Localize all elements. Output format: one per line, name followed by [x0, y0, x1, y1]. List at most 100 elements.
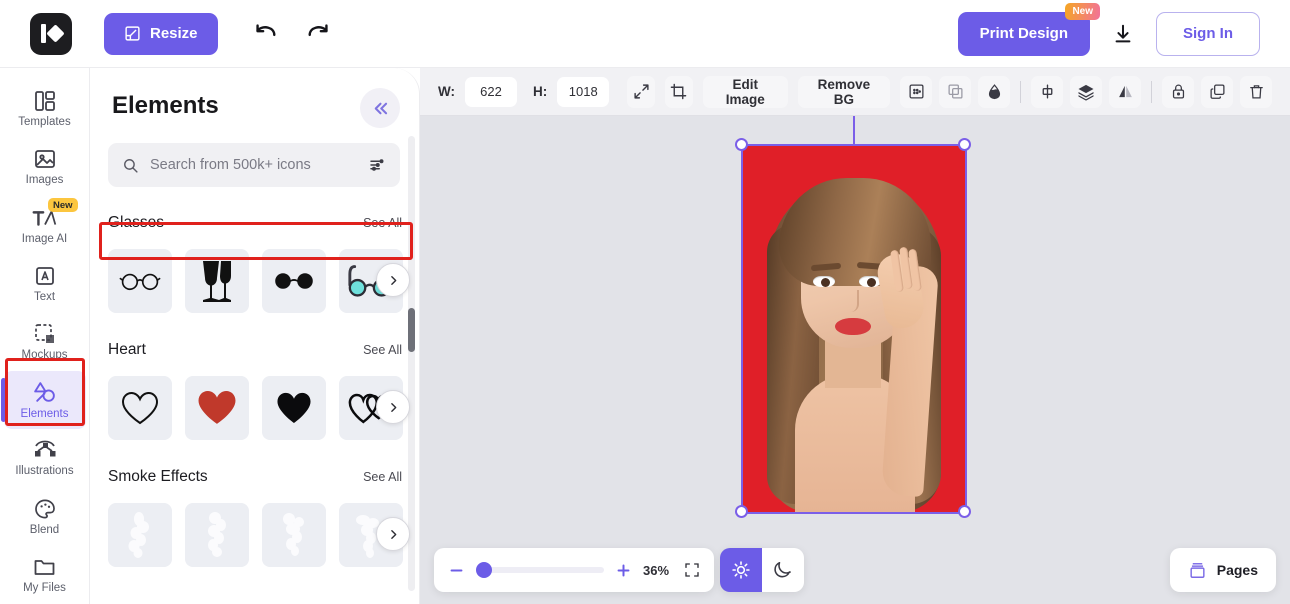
- lock-button[interactable]: [1162, 75, 1194, 108]
- crop-icon: [671, 83, 687, 100]
- dark-mode-button[interactable]: [762, 548, 804, 592]
- redo-button[interactable]: [302, 18, 336, 50]
- resize-handle-bottom-left[interactable]: [735, 505, 748, 518]
- sidebar-item-mockups[interactable]: Mockups: [4, 313, 86, 371]
- app-logo[interactable]: [30, 12, 72, 55]
- element-tile-heart-outline[interactable]: [108, 376, 172, 440]
- sidebar-item-illustrations[interactable]: Illustrations: [4, 429, 86, 487]
- crop-button[interactable]: [664, 75, 693, 108]
- resize-handle-top-left[interactable]: [735, 138, 748, 151]
- pages-button[interactable]: Pages: [1169, 548, 1276, 592]
- opacity-button[interactable]: [978, 75, 1010, 108]
- light-mode-button[interactable]: [720, 548, 762, 592]
- lock-icon: [1172, 84, 1184, 99]
- sidebar-item-my-files[interactable]: My Files: [4, 546, 86, 604]
- sidebar-item-label: Blend: [29, 523, 60, 536]
- resize-handle-bottom-right[interactable]: [958, 505, 971, 518]
- duplicate-overlap-icon: [947, 84, 963, 99]
- edit-image-button[interactable]: Edit Image: [702, 75, 788, 108]
- elements-icon: [34, 381, 55, 402]
- copy-icon: [1209, 84, 1225, 99]
- expand-button[interactable]: [627, 75, 655, 108]
- moon-icon: [774, 561, 791, 578]
- images-icon: [34, 150, 55, 169]
- element-tile-smoke-2[interactable]: [185, 503, 249, 567]
- element-tile-wine-glasses[interactable]: [185, 249, 249, 313]
- height-label: H:: [533, 84, 548, 99]
- templates-icon: [34, 91, 55, 112]
- see-all-link[interactable]: See All: [363, 343, 402, 357]
- chevron-right-icon: [390, 402, 396, 412]
- align-icon: [1042, 84, 1052, 99]
- sun-icon: [732, 561, 750, 579]
- toolbar-divider: [1020, 80, 1021, 103]
- undo-button[interactable]: [248, 18, 282, 50]
- element-tile-heart-black[interactable]: [262, 376, 326, 440]
- canvas-area[interactable]: W: H: Edit Image Remove BG: [420, 68, 1290, 604]
- element-tile-smoke-1[interactable]: [108, 503, 172, 567]
- see-all-link[interactable]: See All: [363, 216, 402, 230]
- layers-button[interactable]: [1070, 75, 1102, 108]
- sidebar-item-templates[interactable]: Templates: [4, 80, 86, 138]
- resize-button[interactable]: Resize: [104, 12, 218, 55]
- resize-handle-top-right[interactable]: [958, 138, 971, 151]
- search-input[interactable]: [150, 157, 357, 173]
- shadow-button[interactable]: [900, 75, 932, 108]
- see-all-link[interactable]: See All: [363, 470, 402, 484]
- theme-mode-toggle: [720, 548, 804, 592]
- section-tiles: [108, 376, 410, 440]
- opacity-droplet-icon: [988, 84, 1000, 100]
- element-tile-smoke-3[interactable]: [262, 503, 326, 567]
- fit-screen-button[interactable]: [684, 562, 700, 578]
- heart-next-button[interactable]: [376, 390, 410, 424]
- flip-icon: [1118, 85, 1132, 98]
- zoom-in-button[interactable]: [615, 562, 632, 579]
- remove-bg-button[interactable]: Remove BG: [797, 75, 890, 108]
- sidebar-item-label: Illustrations: [15, 465, 74, 478]
- duplicate-overlap-button[interactable]: [939, 75, 971, 108]
- sidebar-item-image-ai[interactable]: New Image AI: [4, 196, 86, 254]
- section-smoke-effects: Smoke Effects See All: [90, 462, 419, 567]
- search-box[interactable]: [108, 143, 400, 187]
- undo-redo-group: [248, 18, 336, 50]
- panel-scrollbar-track[interactable]: [408, 136, 415, 591]
- pages-stack-icon: [1190, 562, 1205, 578]
- delete-button[interactable]: [1240, 75, 1272, 108]
- glasses-next-button[interactable]: [376, 263, 410, 297]
- element-tile-sunglasses[interactable]: [262, 249, 326, 313]
- canvas-toolbar: W: H: Edit Image Remove BG: [420, 68, 1290, 116]
- active-indicator-bar: [0, 378, 6, 423]
- artboard-image[interactable]: [743, 146, 965, 512]
- zoom-slider-thumb[interactable]: [476, 562, 492, 578]
- search-icon: [124, 158, 138, 173]
- sign-in-button[interactable]: Sign In: [1156, 11, 1260, 56]
- chevron-right-icon: [390, 275, 396, 285]
- sidebar-item-blend[interactable]: Blend: [4, 488, 86, 546]
- section-title: Glasses: [108, 214, 164, 231]
- sidebar-item-text[interactable]: Text: [4, 255, 86, 313]
- smoke-next-button[interactable]: [376, 517, 410, 551]
- width-input[interactable]: [465, 76, 517, 107]
- expand-arrows-icon: [634, 84, 649, 99]
- zoom-out-button[interactable]: [448, 562, 465, 579]
- sidebar-item-label: My Files: [23, 581, 66, 594]
- zoom-slider[interactable]: [476, 562, 604, 578]
- lips-shape: [835, 318, 871, 335]
- sidebar-item-elements[interactable]: Elements: [0, 371, 86, 430]
- elements-sections-scroll[interactable]: Glasses See All Heart See All Smoke Effe…: [90, 208, 419, 604]
- pupil-left: [821, 278, 830, 287]
- align-button[interactable]: [1031, 75, 1063, 108]
- filter-sliders-icon[interactable]: [368, 156, 386, 174]
- element-tile-round-glasses[interactable]: [108, 249, 172, 313]
- width-label: W:: [438, 84, 455, 99]
- sidebar-item-images[interactable]: Images: [4, 138, 86, 196]
- redo-icon: [308, 23, 328, 36]
- copy-button[interactable]: [1201, 75, 1233, 108]
- height-input[interactable]: [557, 76, 610, 107]
- elements-panel: Elements Glasses See All: [90, 68, 420, 604]
- download-button[interactable]: [1108, 19, 1138, 49]
- collapse-panel-button[interactable]: [360, 88, 400, 128]
- panel-scrollbar-thumb[interactable]: [408, 308, 415, 352]
- element-tile-heart-red[interactable]: [185, 376, 249, 440]
- flip-button[interactable]: [1109, 75, 1141, 108]
